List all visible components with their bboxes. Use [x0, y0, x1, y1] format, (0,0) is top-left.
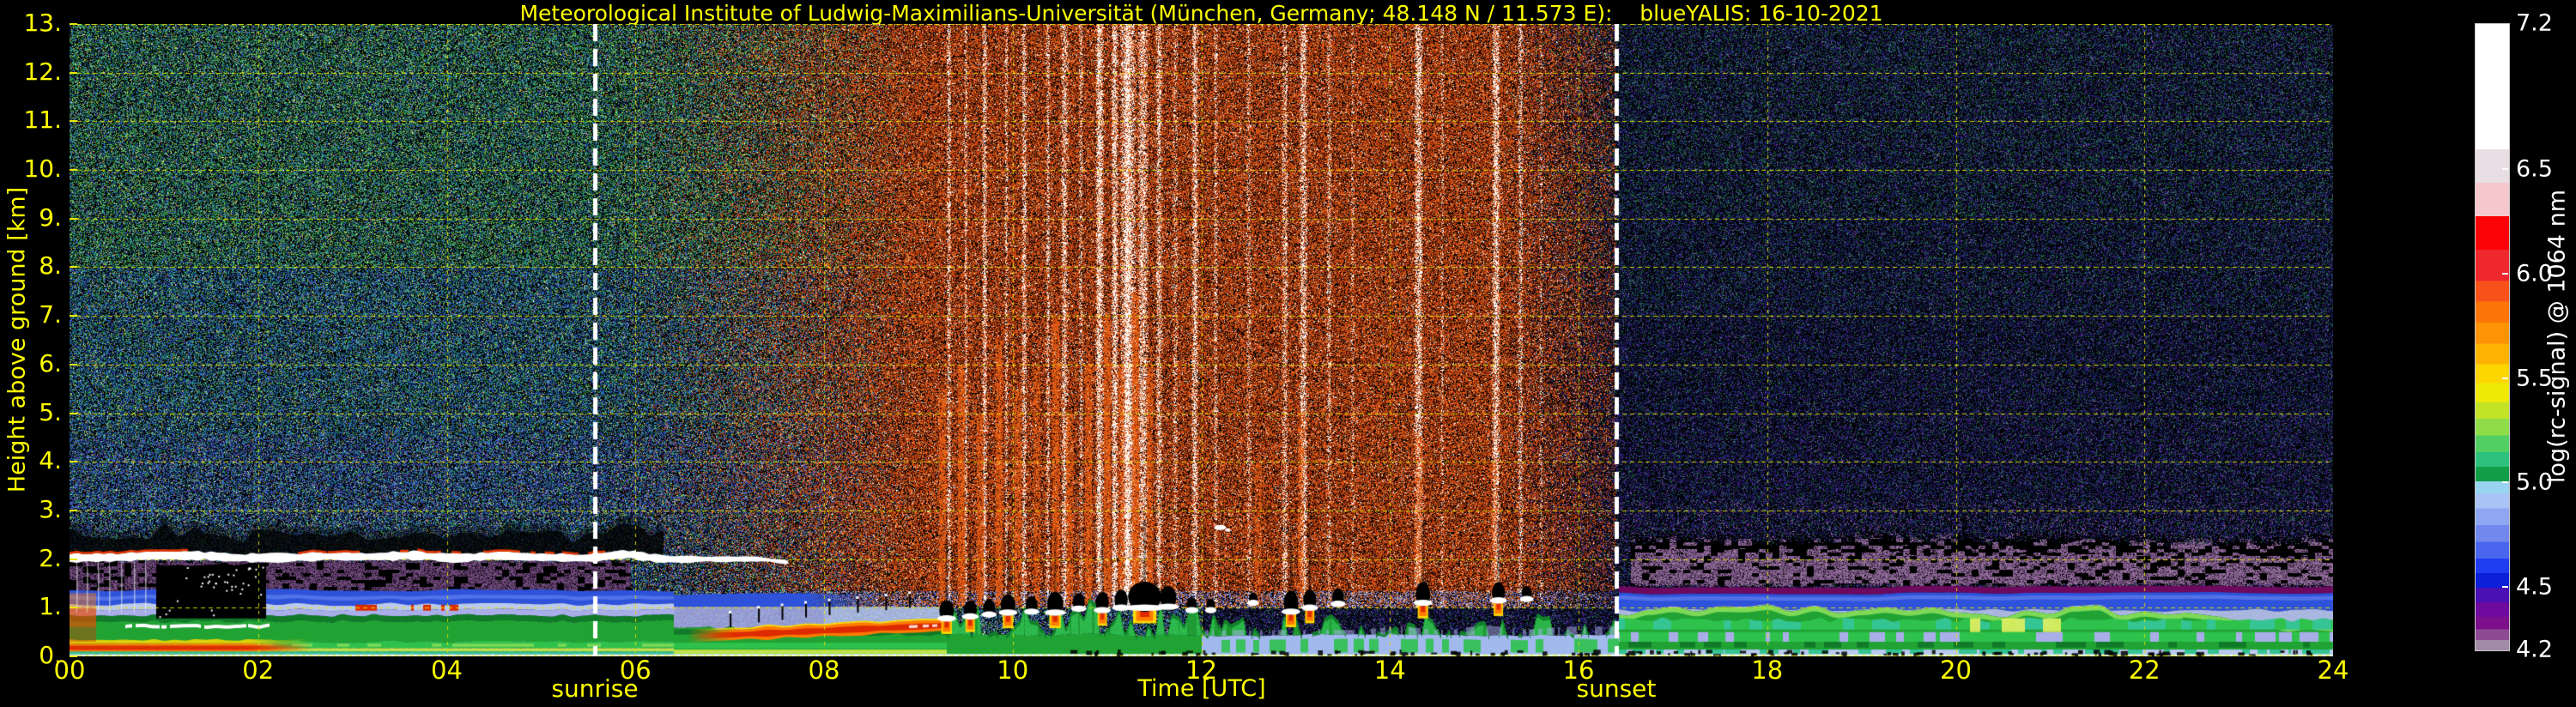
y-tick-mark: [70, 364, 77, 366]
y-tick-label: 12.: [0, 60, 62, 84]
x-tick-label: 20: [1940, 658, 1972, 683]
lidar-quicklook-page: { "title": "Meteorological Institute of …: [0, 0, 2576, 707]
y-tick-label: 5.: [0, 400, 62, 424]
sunrise-label: sunrise: [551, 677, 638, 701]
y-tick-label: 3.: [0, 498, 62, 522]
x-tick-label: 08: [809, 658, 840, 683]
x-tick-label: 24: [2318, 658, 2349, 683]
y-tick-label: 0.: [0, 644, 62, 668]
x-tick-label: 18: [1751, 658, 1783, 683]
y-tick-mark: [70, 413, 77, 414]
y-tick-label: 7.: [0, 303, 62, 327]
x-tick-label: 14: [1374, 658, 1406, 683]
colorbar-tick-mark: [2502, 273, 2508, 275]
colorbar-tick-label: 7.2: [2516, 12, 2553, 35]
y-tick-label: 13.: [0, 11, 62, 35]
y-tick-mark: [70, 72, 77, 74]
colorbar-title: log(rc-signal) @ 1064 nm: [2544, 190, 2571, 483]
y-tick-mark: [70, 315, 77, 317]
colorbar-tick-label: 6.5: [2516, 158, 2553, 181]
y-tick-mark: [70, 23, 77, 25]
y-tick-mark: [70, 607, 77, 608]
colorbar-tick-mark: [2502, 168, 2508, 170]
y-tick-mark: [70, 218, 77, 220]
x-tick-label: 00: [54, 658, 86, 683]
x-tick-label: 04: [431, 658, 463, 683]
x-tick-label: 02: [242, 658, 274, 683]
colorbar-tick-label: 4.2: [2516, 638, 2553, 662]
y-tick-mark: [70, 169, 77, 171]
y-tick-mark: [70, 510, 77, 511]
y-tick-mark: [70, 461, 77, 462]
colorbar-tick-mark: [2502, 378, 2508, 379]
x-tick-label: 22: [2129, 658, 2161, 683]
y-tick-mark: [70, 266, 77, 268]
colorbar: [2475, 23, 2510, 651]
sunset-label: sunset: [1577, 677, 1657, 701]
page-title: Meteorological Institute of Ludwig-Maxim…: [70, 1, 2333, 26]
colorbar-tick-mark: [2502, 586, 2508, 588]
y-tick-label: 2.: [0, 546, 62, 570]
heatmap-plot-area: [70, 24, 2333, 656]
x-tick-label: 12: [1185, 658, 1217, 683]
lidar-heatmap-canvas: [70, 24, 2333, 656]
y-tick-label: 10.: [0, 157, 62, 181]
y-tick-label: 6.: [0, 352, 62, 376]
y-tick-label: 1.: [0, 595, 62, 619]
y-tick-mark: [70, 559, 77, 560]
colorbar-tick-mark: [2502, 481, 2508, 483]
colorbar-tick-label: 4.5: [2516, 576, 2553, 599]
y-tick-label: 11.: [0, 108, 62, 132]
y-tick-label: 8.: [0, 254, 62, 278]
y-axis-title: Height above ground [km]: [4, 187, 31, 492]
y-tick-label: 9.: [0, 206, 62, 230]
y-tick-mark: [70, 120, 77, 122]
y-tick-label: 4.: [0, 449, 62, 473]
x-tick-label: 10: [997, 658, 1028, 683]
